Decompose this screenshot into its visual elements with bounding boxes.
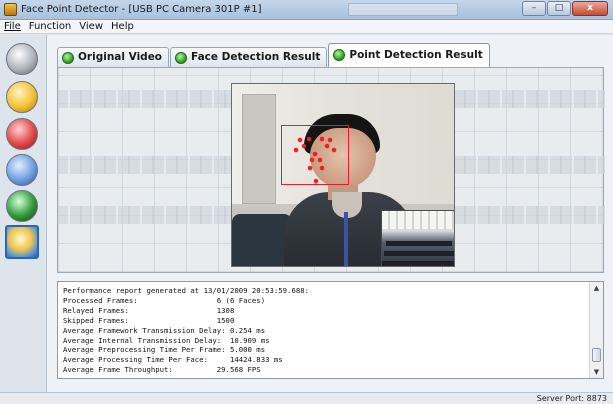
- report-scrollbar[interactable]: ▲ ▼: [589, 282, 603, 378]
- tab-label: Face Detection Result: [191, 51, 321, 63]
- report-line: Performance report generated at 13/01/20…: [63, 286, 310, 295]
- face-point-marker: [307, 137, 311, 141]
- menu-bar: File Function View Help: [0, 20, 613, 34]
- close-button[interactable]: x: [572, 1, 608, 16]
- face-point-marker: [332, 148, 336, 152]
- minimize-button[interactable]: –: [522, 1, 546, 16]
- face-point-marker: [325, 144, 329, 148]
- power-icon[interactable]: [6, 118, 38, 150]
- window-title: Face Point Detector - [USB PC Camera 301…: [21, 4, 262, 15]
- video-canvas-area: [57, 67, 605, 273]
- maximize-icon: □: [554, 3, 564, 13]
- app-icon: [4, 3, 17, 16]
- camera-lens-icon[interactable]: [6, 43, 38, 75]
- title-bar: Face Point Detector - [USB PC Camera 301…: [0, 0, 613, 20]
- face-point-marker: [298, 138, 302, 142]
- face-scan-icon[interactable]: [5, 225, 39, 259]
- face-point-marker: [328, 138, 332, 142]
- report-line: Processed Frames: 6 (6 Faces): [63, 295, 266, 305]
- close-icon: x: [587, 3, 593, 13]
- scroll-down-arrow-icon[interactable]: ▼: [590, 366, 603, 378]
- scroll-up-arrow-icon[interactable]: ▲: [590, 282, 603, 294]
- performance-report-panel[interactable]: Performance report generated at 13/01/20…: [57, 281, 604, 379]
- person-lanyard: [344, 212, 348, 266]
- menu-file[interactable]: File: [4, 20, 21, 33]
- green-orb-icon: [62, 52, 74, 64]
- menu-help[interactable]: Help: [111, 20, 134, 33]
- performance-report-text: Performance report generated at 13/01/20…: [63, 286, 309, 375]
- window-controls: – □ x: [521, 1, 608, 16]
- tab-point-detection-result[interactable]: Point Detection Result: [328, 43, 490, 67]
- minimize-icon: –: [531, 3, 537, 13]
- main-panel: Original Video Face Detection Result Poi…: [46, 35, 613, 392]
- report-line: Relayed Frames: 1308: [63, 305, 235, 315]
- face-point-marker: [310, 158, 314, 162]
- tab-strip: Original Video Face Detection Result Poi…: [57, 43, 491, 67]
- point-detection-video: [231, 83, 455, 267]
- face-point-marker: [320, 137, 324, 141]
- face-point-marker: [302, 144, 306, 148]
- tab-label: Point Detection Result: [349, 49, 483, 61]
- globe-icon[interactable]: [6, 190, 38, 222]
- green-orb-icon: [333, 49, 346, 61]
- maximize-button[interactable]: □: [547, 1, 571, 16]
- original-video-inset: [381, 210, 454, 266]
- face-point-marker: [294, 148, 298, 152]
- inset-ceiling: [382, 211, 454, 229]
- report-line: Average Preprocessing Time Per Frame: 5.…: [63, 345, 266, 355]
- server-port-status: Server Port: 8873: [536, 394, 607, 403]
- tab-label: Original Video: [78, 51, 163, 63]
- report-line: Average Processing Time Per Face: 14424.…: [63, 355, 283, 365]
- face-point-marker: [308, 166, 312, 170]
- inset-desk-row: [384, 251, 454, 256]
- report-line: Average Frame Throughput: 29.568 FPS: [63, 365, 261, 375]
- scroll-thumb[interactable]: [592, 348, 601, 362]
- background-door: [242, 94, 276, 204]
- face-point-marker: [313, 152, 317, 156]
- tab-face-detection-result[interactable]: Face Detection Result: [170, 47, 328, 67]
- status-bar: Server Port: 8873: [0, 392, 613, 404]
- menu-view[interactable]: View: [79, 20, 103, 33]
- left-toolbar: [0, 35, 46, 392]
- tab-original-video[interactable]: Original Video: [57, 47, 170, 67]
- face-point-marker: [320, 166, 324, 170]
- report-line: Average Framework Transmission Delay: 0.…: [63, 325, 266, 335]
- molecule-icon[interactable]: [6, 154, 38, 186]
- report-line: Average Internal Transmission Delay: 10.…: [63, 335, 270, 345]
- inset-desk-row: [382, 261, 454, 266]
- inset-desk-row: [386, 241, 452, 246]
- background-chair: [232, 214, 292, 266]
- green-orb-icon: [175, 52, 188, 64]
- menu-function[interactable]: Function: [29, 20, 72, 33]
- title-search-box: [348, 3, 458, 16]
- face-point-marker: [318, 158, 322, 162]
- report-line: Skipped Frames: 1500: [63, 315, 235, 325]
- face-point-marker: [314, 179, 318, 183]
- gears-icon[interactable]: [6, 81, 38, 113]
